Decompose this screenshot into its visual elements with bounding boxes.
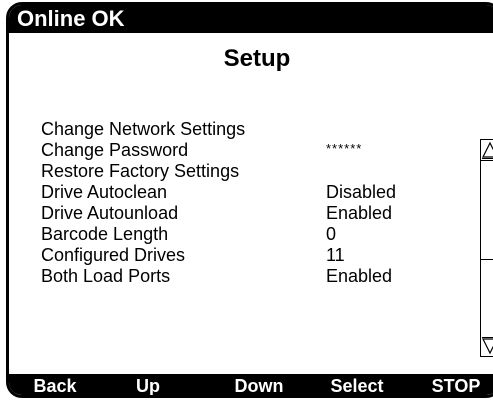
stop-button[interactable]: STOP [413,374,493,395]
menu-item-restore-factory-settings[interactable]: Restore Factory Settings [41,161,461,182]
scroll-thumb[interactable] [480,160,493,260]
menu-item-label: Barcode Length [41,224,169,244]
menu-item-label: Change Network Settings [41,119,246,139]
menu-item-both-load-ports[interactable]: Both Load Ports Enabled [41,266,461,287]
menu-item-label: Change Password [41,140,189,160]
menu-item-barcode-length[interactable]: Barcode Length 0 [41,224,461,245]
menu-item-value: Enabled [326,203,393,223]
menu-item-configured-drives[interactable]: Configured Drives 11 [41,245,461,266]
menu-item-label: Both Load Ports [41,266,171,286]
menu-item-drive-autoclean[interactable]: Drive Autoclean Disabled [41,182,461,203]
menu-item-value: Disabled [326,182,397,202]
menu-item-label: Restore Factory Settings [41,161,240,181]
menu-item-value: 0 [326,224,337,244]
status-bar: Online OK [9,5,493,33]
menu-item-label: Configured Drives [41,245,186,265]
menu-item-value: Enabled [326,266,393,286]
up-button[interactable]: Up [103,374,193,395]
softkey-bar: Back Up Down Select STOP [9,374,493,395]
down-button[interactable]: Down [205,374,313,395]
menu-item-drive-autounload[interactable]: Drive Autounload Enabled [41,203,461,224]
lcd-screen-frame: Online OK Setup Change Network Settings … [6,2,493,398]
select-button[interactable]: Select [305,374,409,395]
menu-item-value: 11 [326,245,345,265]
menu-item-label: Drive Autounload [41,203,179,223]
triangle-up-icon[interactable] [482,141,493,159]
menu-list: Change Network Settings Change Password … [41,119,461,287]
triangle-down-icon[interactable] [482,337,493,355]
page-title: Setup [223,45,291,72]
menu-item-label: Drive Autoclean [41,182,168,202]
menu-item-change-network-settings[interactable]: Change Network Settings [41,119,461,140]
back-button[interactable]: Back [9,374,101,395]
menu-item-value: ****** [326,141,363,156]
menu-item-change-password[interactable]: Change Password ****** [41,140,461,161]
scrollbar[interactable] [480,139,493,357]
status-text: Online OK [17,6,125,31]
